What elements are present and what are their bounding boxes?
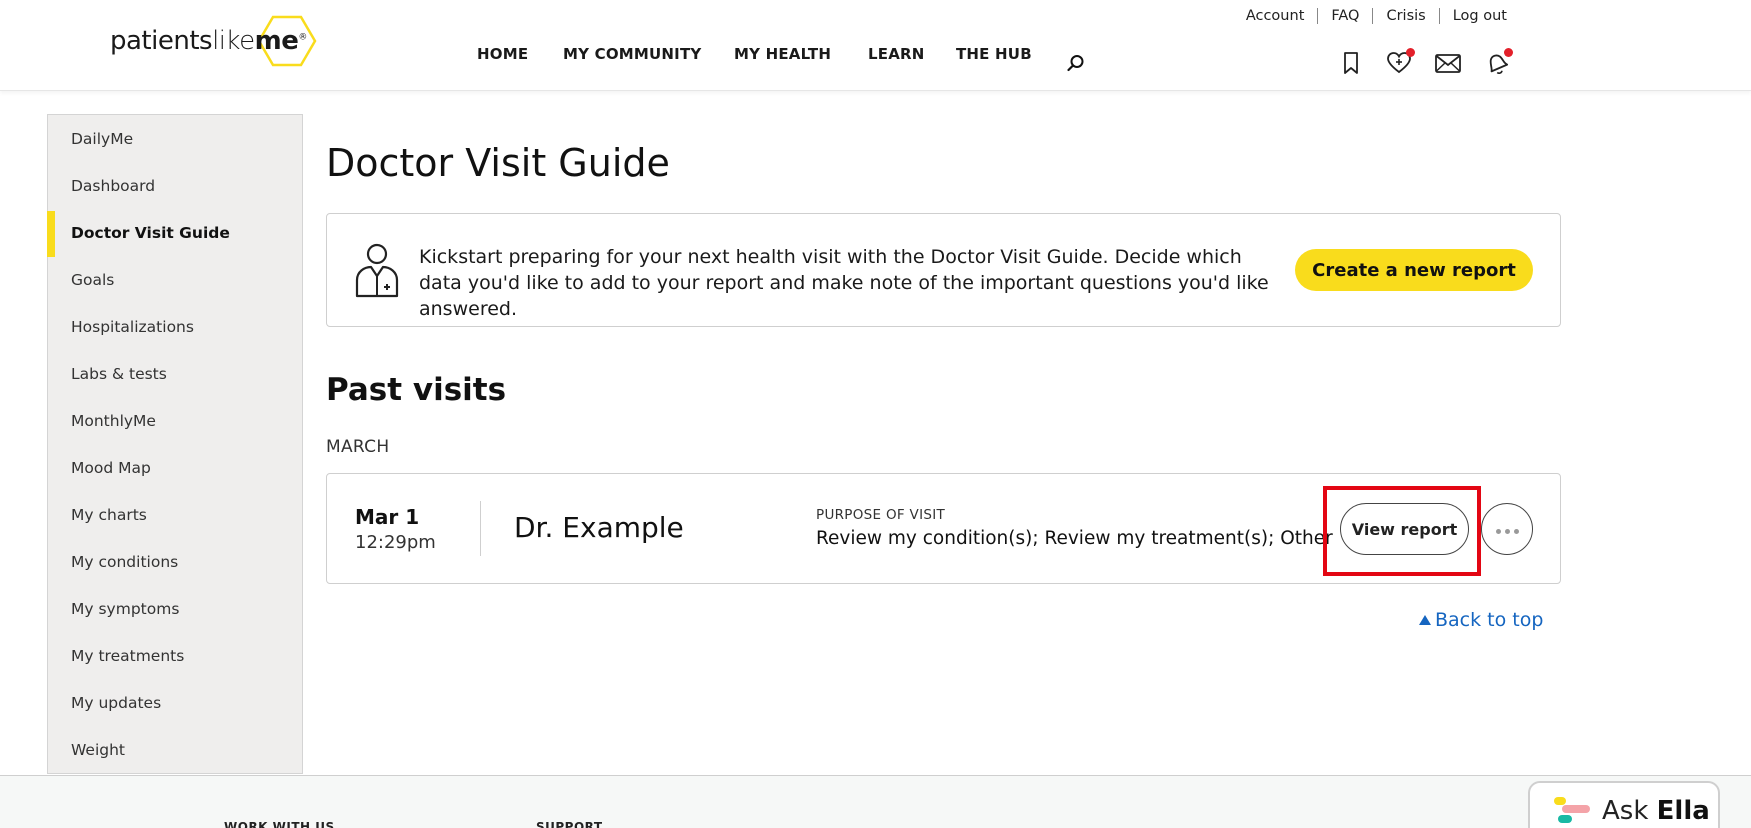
bookmark-icon[interactable]	[1338, 50, 1364, 76]
sidebar-item-dailyme[interactable]: DailyMe	[48, 123, 302, 155]
sidebar-item-my-symptoms[interactable]: My symptoms	[48, 593, 302, 625]
account-link[interactable]: Account	[1233, 8, 1318, 24]
faq-link[interactable]: FAQ	[1318, 8, 1372, 24]
nav-my-health[interactable]: MY HEALTH	[734, 45, 831, 63]
nav-my-community[interactable]: MY COMMUNITY	[563, 45, 701, 63]
ask-ella-button[interactable]: Ask Ella	[1528, 781, 1720, 828]
more-dots-icon	[1494, 522, 1521, 537]
month-label: MARCH	[326, 437, 390, 457]
sidebar-item-doctor-visit-guide[interactable]: Doctor Visit Guide	[47, 211, 302, 257]
back-to-top-link[interactable]: Back to top	[1419, 609, 1543, 631]
view-report-button[interactable]: View report	[1340, 503, 1469, 555]
visit-date: Mar 1	[355, 505, 420, 529]
sidebar-item-mood-map[interactable]: Mood Map	[48, 452, 302, 484]
purpose-value: Review my condition(s); Review my treatm…	[816, 528, 1333, 549]
crisis-link[interactable]: Crisis	[1373, 8, 1438, 24]
past-visits-heading: Past visits	[326, 372, 507, 408]
nav-learn[interactable]: LEARN	[868, 45, 925, 63]
sidebar-item-my-treatments[interactable]: My treatments	[48, 640, 302, 672]
patientslikeme-logo[interactable]: patientslikeme®	[110, 15, 317, 67]
create-new-report-button[interactable]: Create a new report	[1295, 249, 1533, 291]
sidebar-item-weight[interactable]: Weight	[48, 734, 302, 766]
ask-ella-label: Ask Ella	[1602, 796, 1710, 826]
sidebar-item-labs-tests[interactable]: Labs & tests	[48, 358, 302, 390]
purpose-label: PURPOSE OF VISIT	[816, 507, 946, 523]
health-sidebar: DailyMe Dashboard Doctor Visit Guide Goa…	[47, 114, 303, 774]
site-footer: WORK WITH US SUPPORT	[0, 775, 1751, 828]
intro-text: Kickstart preparing for your next health…	[419, 246, 1269, 320]
search-icon[interactable]	[1067, 54, 1085, 72]
sidebar-item-my-conditions[interactable]: My conditions	[48, 546, 302, 578]
page-title: Doctor Visit Guide	[326, 141, 670, 185]
heart-plus-icon[interactable]	[1386, 48, 1415, 76]
footer-heading-work-with-us: WORK WITH US	[224, 820, 335, 828]
utility-links: Account FAQ Crisis Log out	[1233, 8, 1507, 24]
site-header: patientslikeme® Account FAQ Crisis Log o…	[0, 0, 1751, 91]
back-to-top-label: Back to top	[1435, 609, 1544, 631]
sidebar-item-hospitalizations[interactable]: Hospitalizations	[48, 311, 302, 343]
sidebar-item-my-charts[interactable]: My charts	[48, 499, 302, 531]
notification-dot	[1504, 48, 1513, 57]
mail-icon[interactable]	[1434, 50, 1462, 76]
notification-dot	[1406, 48, 1415, 57]
sidebar-item-goals[interactable]: Goals	[48, 264, 302, 296]
logout-link[interactable]: Log out	[1440, 8, 1507, 24]
nav-home[interactable]: HOME	[477, 45, 528, 63]
arrow-up-icon	[1419, 615, 1431, 625]
bell-icon[interactable]	[1484, 48, 1513, 76]
divider	[480, 501, 481, 556]
header-icons	[1338, 48, 1513, 76]
more-options-button[interactable]	[1481, 503, 1533, 555]
sidebar-item-monthlyme[interactable]: MonthlyMe	[48, 405, 302, 437]
sidebar-item-dashboard[interactable]: Dashboard	[48, 170, 302, 202]
doctor-icon	[355, 243, 399, 298]
logo-text: patientslikeme®	[110, 26, 307, 56]
footer-heading-support: SUPPORT	[536, 820, 603, 828]
visit-time: 12:29pm	[355, 532, 436, 553]
visit-doctor-name: Dr. Example	[514, 511, 684, 544]
nav-the-hub[interactable]: THE HUB	[956, 45, 1032, 63]
sidebar-item-my-updates[interactable]: My updates	[48, 687, 302, 719]
ella-logo-icon	[1554, 797, 1590, 823]
intro-card: Kickstart preparing for your next health…	[326, 213, 1561, 327]
